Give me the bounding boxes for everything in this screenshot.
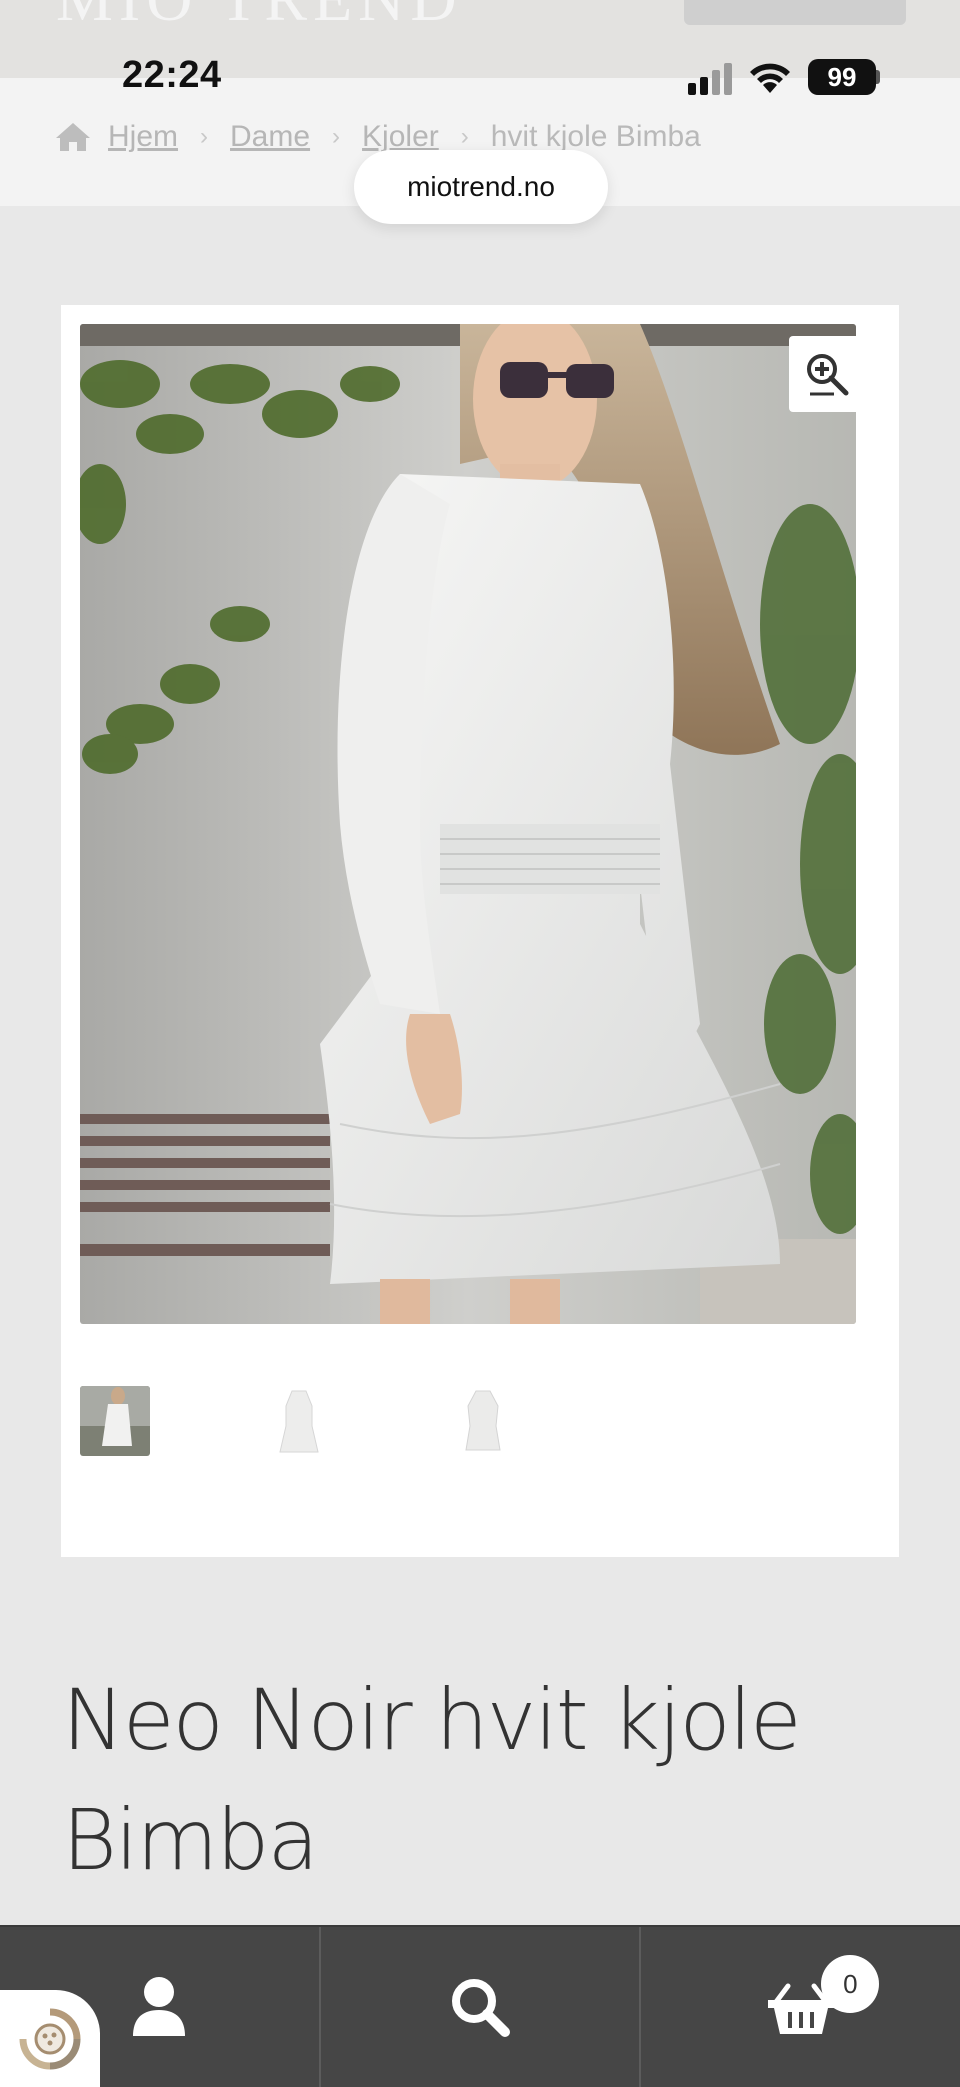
search-icon bbox=[452, 1979, 510, 2037]
thumbnail-image bbox=[264, 1386, 334, 1456]
thumbnail-1[interactable] bbox=[80, 1386, 150, 1456]
battery-tip bbox=[876, 70, 880, 84]
product-main-image[interactable] bbox=[80, 324, 856, 1324]
nav-search-button[interactable] bbox=[318, 1927, 640, 2087]
thumbnail-image bbox=[80, 1386, 150, 1456]
status-time: 22:24 bbox=[122, 54, 222, 96]
bottom-navigation: 0 bbox=[0, 1925, 960, 2087]
zoom-button[interactable] bbox=[789, 336, 865, 412]
chat-widget-icon bbox=[19, 2008, 81, 2069]
thumbnail-list bbox=[80, 1386, 632, 1456]
url-bar[interactable]: miotrend.no bbox=[354, 150, 608, 224]
thumbnail-3[interactable] bbox=[448, 1386, 518, 1456]
product-photo bbox=[80, 324, 856, 1324]
status-bar: 22:24 99 bbox=[0, 0, 960, 150]
thumbnail-image bbox=[448, 1386, 518, 1456]
zoom-in-icon bbox=[807, 354, 849, 396]
user-icon bbox=[133, 1977, 186, 2036]
battery-indicator: 99 bbox=[808, 59, 876, 95]
wifi-icon bbox=[750, 63, 790, 93]
product-title: Neo Noir hvit kjole Bimba bbox=[62, 1671, 802, 1889]
chat-widget-button[interactable] bbox=[0, 1990, 100, 2087]
product-gallery bbox=[61, 305, 899, 1557]
thumbnail-2[interactable] bbox=[264, 1386, 334, 1456]
cart-count-badge: 0 bbox=[821, 1955, 880, 2013]
cellular-signal-icon bbox=[688, 63, 736, 95]
nav-cart-button[interactable]: 0 bbox=[639, 1927, 960, 2087]
